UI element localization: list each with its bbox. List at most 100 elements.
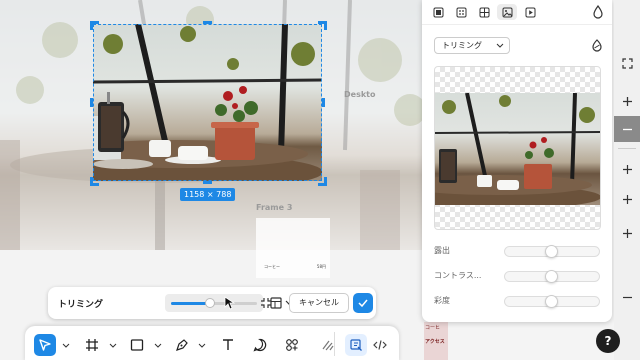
add-item-button[interactable] (614, 186, 640, 212)
contrast-label: コントラス... (434, 271, 482, 280)
chevron-down-icon[interactable] (62, 341, 70, 349)
image-mode-select[interactable]: トリミング (434, 37, 510, 54)
cancel-button[interactable]: キャンセル (289, 293, 349, 313)
grid-icon (479, 7, 489, 17)
zoom-slider-fill (171, 302, 210, 305)
crop-handle-right[interactable] (322, 98, 325, 107)
components-tool[interactable] (281, 334, 303, 356)
layout-icon (433, 7, 443, 17)
comment-tool[interactable] (249, 334, 271, 356)
image-icon (502, 7, 512, 17)
tools-toolbar (25, 326, 399, 360)
help-button[interactable]: ? (596, 329, 620, 353)
zoom-out-button[interactable] (614, 116, 640, 142)
tab-grid[interactable] (474, 4, 494, 20)
frame3-item-name: コーヒー (264, 264, 280, 269)
rail-divider (618, 148, 636, 149)
confirm-button[interactable] (353, 293, 373, 313)
design-mode-tool[interactable] (345, 334, 367, 356)
draw-icon (322, 340, 334, 351)
chevron-down-icon[interactable] (154, 341, 162, 349)
text-icon (223, 339, 233, 350)
saturation-slider-thumb[interactable] (545, 295, 558, 308)
strip-text-1: コーヒ (425, 325, 441, 331)
tab-layout[interactable] (428, 4, 448, 20)
image-preview (434, 66, 601, 230)
contrast-slider[interactable] (504, 270, 600, 283)
crop-handle-bottom-left[interactable] (90, 177, 99, 186)
pen-tool[interactable] (171, 334, 193, 356)
zoom-slider[interactable] (165, 294, 263, 312)
pen-icon (176, 339, 188, 351)
contrast-slider-thumb[interactable] (545, 270, 558, 283)
rectangle-icon (130, 339, 144, 351)
cursor-icon (222, 295, 238, 311)
frame3-item-price: 58円 (316, 264, 326, 269)
plus-icon (622, 228, 632, 238)
dev-mode-tool[interactable] (369, 334, 391, 356)
frame-icon (86, 339, 98, 351)
frame-tool[interactable] (81, 334, 103, 356)
panel-divider (422, 24, 612, 25)
dev-mode-icon (373, 340, 387, 350)
right-rail (614, 0, 640, 360)
crop-size-badge: 1158 × 788 (180, 188, 236, 201)
rectangle-tool[interactable] (126, 334, 148, 356)
minus-icon (622, 128, 632, 130)
frame3-row: コーヒー 58円 (264, 264, 326, 270)
plus-icon (622, 96, 632, 106)
draw-tool[interactable] (317, 334, 339, 356)
exposure-slider-thumb[interactable] (545, 245, 558, 258)
water-drop-icon[interactable] (592, 4, 604, 20)
collapse-button[interactable] (614, 284, 640, 310)
crop-handle-top-right[interactable] (318, 21, 327, 30)
crop-handle-left[interactable] (90, 98, 93, 107)
comment-icon (253, 338, 267, 352)
tab-video[interactable] (520, 4, 540, 20)
crop-handle-top-left[interactable] (90, 21, 99, 30)
video-icon (525, 7, 535, 17)
pointer-icon (39, 339, 51, 351)
add-item-button[interactable] (614, 220, 640, 246)
plus-icon (622, 164, 632, 174)
tab-image[interactable] (497, 4, 517, 20)
exposure-row: 露出 (434, 244, 604, 258)
trim-label: トリミング (58, 300, 104, 310)
tab-fill[interactable] (451, 4, 471, 20)
exposure-label: 露出 (434, 246, 450, 255)
frame-label-frame3[interactable]: Frame 3 (256, 203, 292, 212)
chevron-down-icon (496, 43, 504, 48)
pointer-tool[interactable] (34, 334, 56, 356)
crop-handle-top[interactable] (203, 21, 212, 24)
zoom-slider-thumb[interactable] (204, 298, 215, 308)
fit-icon[interactable] (258, 295, 274, 311)
chevron-down-icon[interactable] (198, 341, 206, 349)
fullscreen-icon (621, 57, 633, 69)
crop-frame (93, 24, 322, 181)
crop-handle-bottom-right[interactable] (318, 177, 327, 186)
plus-icon (622, 194, 632, 204)
frame-label-desktop[interactable]: Deskto (344, 90, 375, 99)
saturation-row: 彩度 (434, 294, 604, 308)
image-mode-label: トリミング (442, 41, 482, 50)
preview-photo (435, 93, 600, 205)
saturation-slider[interactable] (504, 295, 600, 308)
fullscreen-button[interactable] (614, 50, 640, 76)
text-tool[interactable] (217, 334, 239, 356)
trim-toolbar: トリミング キャンセル (48, 287, 376, 319)
reset-adjustments-icon[interactable] (590, 38, 604, 54)
minus-icon (622, 296, 632, 298)
fill-icon (456, 7, 466, 17)
saturation-label: 彩度 (434, 296, 450, 305)
chevron-down-icon[interactable] (109, 341, 117, 349)
image-properties-panel: トリミング 露出 コントラス... 彩度 (422, 0, 612, 322)
panel-tabs (428, 4, 540, 20)
strip-text-2: アクセス (425, 339, 445, 345)
zoom-in-button[interactable] (614, 88, 640, 114)
crop-handle-bottom[interactable] (203, 181, 212, 184)
design-mode-icon (350, 339, 362, 351)
contrast-row: コントラス... (434, 269, 604, 283)
components-icon (286, 339, 298, 351)
exposure-slider[interactable] (504, 245, 600, 258)
add-item-button[interactable] (614, 156, 640, 182)
